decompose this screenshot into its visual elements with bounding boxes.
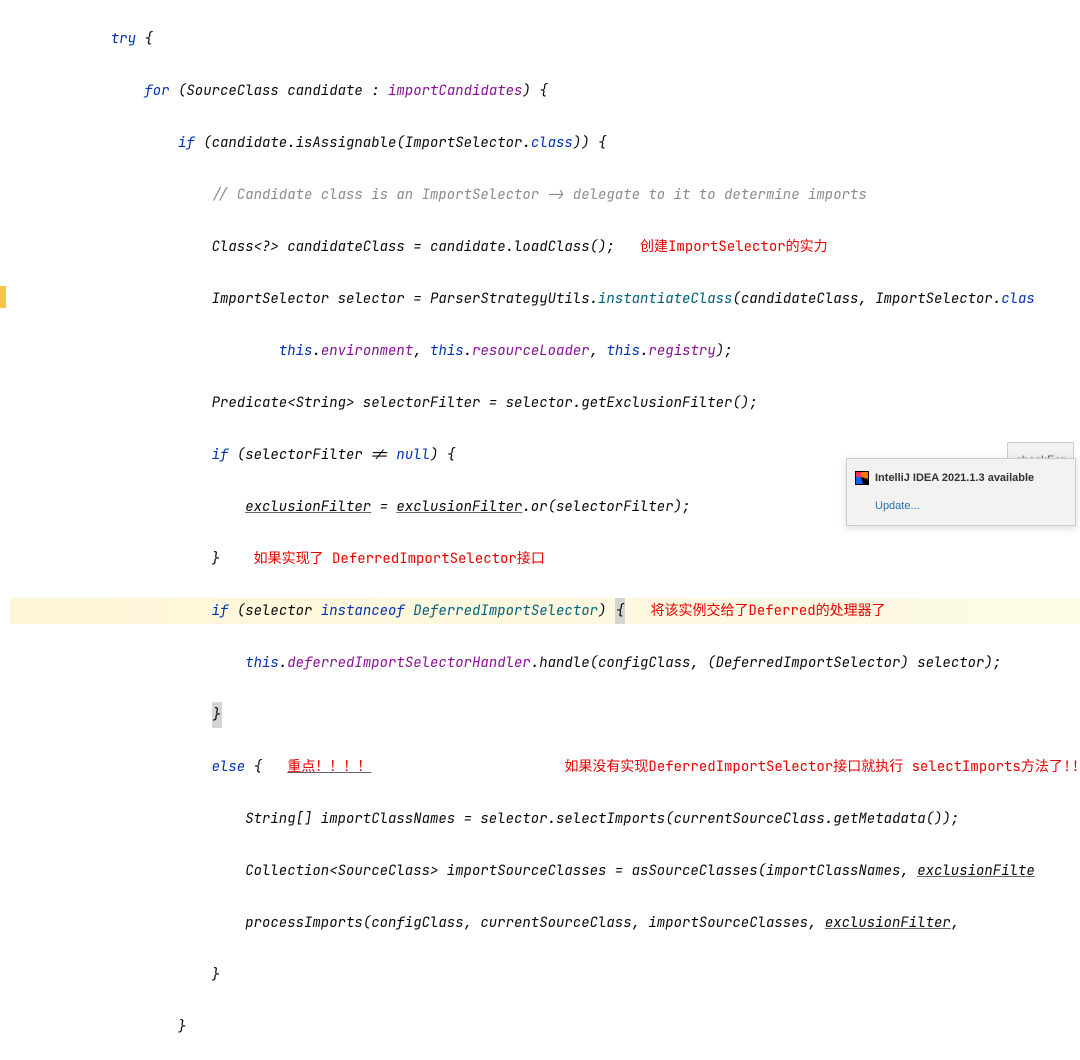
annotation: 将该实例交给了Deferred的处理器了 [650, 602, 885, 620]
update-link[interactable]: Update... [875, 493, 1067, 519]
annotation: 重点！！！！ [287, 758, 371, 776]
code-line: if (candidate.isAssignable(ImportSelecto… [10, 130, 1080, 156]
code-line: Collection<SourceClass> importSourceClas… [10, 858, 1080, 884]
code-line: ImportSelector selector = ParserStrategy… [10, 286, 1080, 312]
code-line: // Candidate class is an ImportSelector … [10, 182, 1080, 208]
intellij-icon [855, 471, 869, 485]
code-line-highlighted: if (selector instanceof DeferredImportSe… [10, 598, 1080, 624]
code-line: String[] importClassNames = selector.sel… [10, 806, 1080, 832]
code-line: Predicate<String> selectorFilter = selec… [10, 390, 1080, 416]
notification-title: IntelliJ IDEA 2021.1.3 available [875, 465, 1034, 491]
code-line: else { 重点！！！！ 如果没有实现DeferredImportSelect… [10, 754, 1080, 780]
code-line: this.environment, this.resourceLoader, t… [10, 338, 1080, 364]
code-line: for (SourceClass candidate : importCandi… [10, 78, 1080, 104]
annotation: 创建ImportSelector的实力 [640, 238, 828, 256]
update-notification[interactable]: IntelliJ IDEA 2021.1.3 available Update.… [846, 458, 1076, 526]
brace-match: { [615, 598, 625, 624]
code-editor[interactable]: try { for (SourceClass candidate : impor… [0, 0, 1080, 1060]
code-line: } [10, 1014, 1080, 1040]
code-line: this.deferredImportSelectorHandler.handl… [10, 650, 1080, 676]
code-line: Class<?> candidateClass = candidate.load… [10, 234, 1080, 260]
annotation: 如果没有实现DeferredImportSelector接口就执行 select… [564, 758, 1080, 776]
code-line: processImports(configClass, currentSourc… [10, 910, 1080, 936]
code-line: try { [10, 26, 1080, 52]
code-line: } [10, 962, 1080, 988]
annotation: 如果实现了 DeferredImportSelector接口 [254, 550, 545, 568]
gutter-warning-marker [0, 286, 6, 308]
code-line: } 如果实现了 DeferredImportSelector接口 [10, 546, 1080, 572]
brace-match: } [212, 702, 222, 728]
code-line: } [10, 702, 1080, 728]
